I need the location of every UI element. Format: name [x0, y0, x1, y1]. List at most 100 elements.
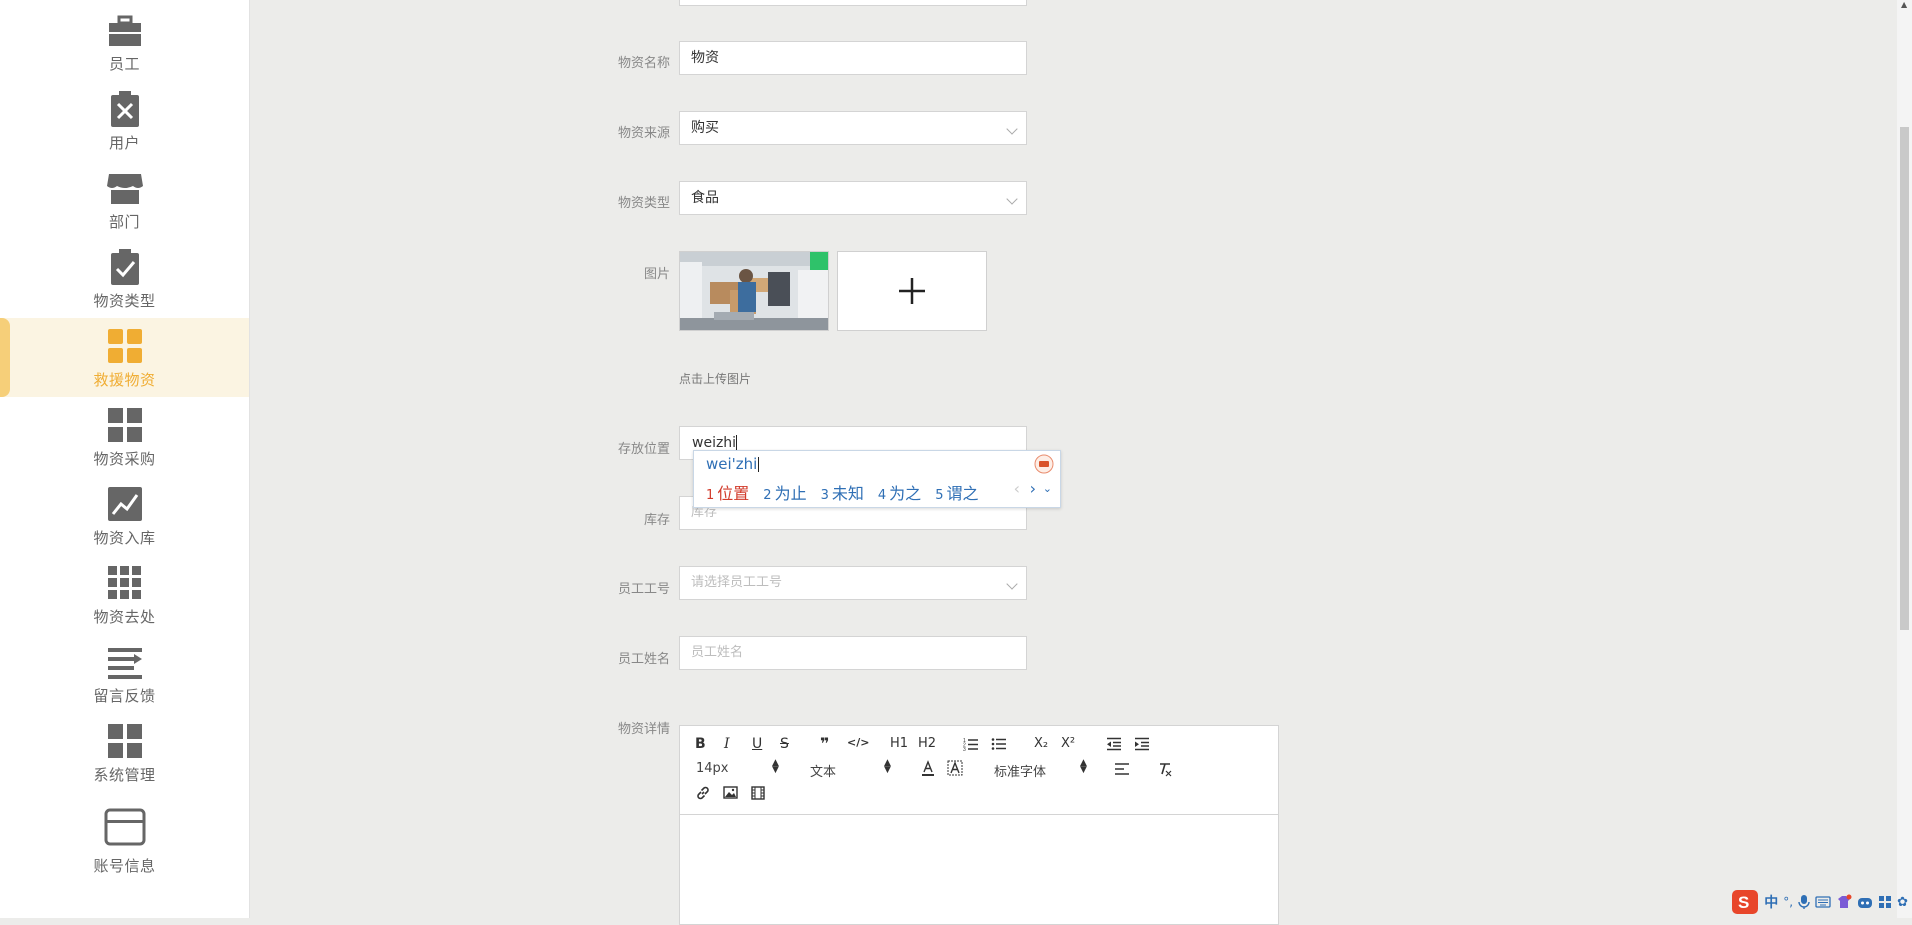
ime-prev-icon[interactable]: ‹ [1014, 479, 1020, 498]
ordered-list-icon[interactable]: 1 2 3 [963, 737, 979, 751]
ime-candidate-list: 1 位置 2 为止 3 未知 4 为之 5 谓之 [706, 480, 978, 504]
ime-skin-icon[interactable] [1034, 454, 1054, 474]
ime-candidate[interactable]: 4 为之 [878, 480, 921, 504]
material-source-value: 购买 [691, 120, 719, 136]
sidebar-item-label: 物资类型 [93, 291, 156, 310]
editor-toolbar: B I U S ❞ </> H1 H2 1 2 3 X₂ X² 14px ▲ ▼… [680, 726, 1278, 815]
material-type-select[interactable]: 食品 [679, 181, 1027, 215]
sidebar: 员工 用户 部门 物资类型 救援物资 物资采购 物资入库 物资去处 留言反馈 系… [0, 0, 250, 918]
previous-field[interactable] [679, 0, 1027, 6]
ime-candidate[interactable]: 3 未知 [821, 480, 864, 504]
page-scrollbar[interactable]: ▲ [1897, 0, 1912, 918]
ime-chinese-mode-icon[interactable]: 中 [1764, 892, 1778, 912]
sidebar-item-material-destination[interactable]: 物资去处 [0, 555, 249, 634]
bold-button[interactable]: B [695, 736, 706, 752]
toolbox-icon[interactable] [1878, 895, 1892, 909]
sidebar-item-material-purchase[interactable]: 物资采购 [0, 397, 249, 476]
outdent-icon[interactable] [1106, 737, 1122, 751]
sidebar-item-system-management[interactable]: 系统管理 [0, 713, 249, 792]
list-icon [107, 647, 142, 679]
sidebar-item-label: 救援物资 [93, 370, 156, 389]
underline-button[interactable]: U [752, 736, 762, 752]
clear-format-icon[interactable] [1157, 761, 1173, 777]
sort-arrows-icon: ▲ ▼ [884, 758, 891, 775]
sidebar-item-label: 部门 [108, 212, 140, 231]
ime-pinyin: wei'zhi [706, 455, 760, 473]
code-block-button[interactable]: </> [847, 736, 869, 749]
plus-icon [899, 278, 925, 304]
svg-text:S: S [1738, 893, 1749, 912]
storage-location-value: weizhi [692, 435, 737, 451]
sogou-logo-icon[interactable]: S [1731, 889, 1759, 915]
font-color-icon[interactable] [920, 760, 936, 776]
ime-next-icon[interactable]: › [1030, 479, 1036, 498]
skin-icon[interactable] [1836, 894, 1852, 910]
italic-button[interactable]: I [724, 736, 730, 752]
image-label: 图片 [643, 267, 670, 282]
material-name-input[interactable]: 物资 [679, 41, 1027, 75]
ambulance-photo [680, 252, 828, 330]
superscript-button[interactable]: X² [1061, 736, 1075, 751]
font-family-select[interactable]: 标准字体 [994, 761, 1046, 780]
microphone-icon[interactable] [1798, 894, 1810, 910]
grid-icon [107, 723, 142, 758]
block-type-select[interactable]: 文本 [810, 761, 836, 780]
keyboard-icon[interactable] [1815, 896, 1831, 908]
chart-line-icon [107, 486, 142, 521]
staff-name-input[interactable]: 员工姓名 [679, 636, 1027, 670]
h2-button[interactable]: H2 [918, 736, 936, 751]
ime-punctuation-icon[interactable]: °, [1783, 895, 1793, 909]
sidebar-item-label: 物资入库 [93, 528, 156, 547]
strike-button[interactable]: S [780, 736, 789, 752]
material-source-select[interactable]: 购买 [679, 111, 1027, 145]
chevron-down-icon [1006, 578, 1018, 590]
ime-candidate[interactable]: 2 为止 [763, 480, 806, 504]
apps-icon [107, 565, 141, 599]
sidebar-item-label: 物资去处 [93, 607, 156, 626]
indent-icon[interactable] [1134, 737, 1150, 751]
h1-button[interactable]: H1 [890, 736, 908, 751]
block-type-value: 文本 [810, 765, 837, 780]
video-icon[interactable] [751, 786, 765, 800]
sort-arrows-icon: ▲ ▼ [772, 758, 779, 775]
sidebar-item-feedback[interactable]: 留言反馈 [0, 634, 249, 713]
staff-name-label: 员工姓名 [617, 652, 670, 667]
ime-settings-icon[interactable]: ✿ [1897, 895, 1908, 910]
sidebar-item-material-inbound[interactable]: 物资入库 [0, 476, 249, 555]
ime-candidate[interactable]: 5 谓之 [935, 480, 978, 504]
sidebar-item-label: 账号信息 [93, 856, 156, 875]
ime-expand-icon[interactable]: ⌄ [1043, 482, 1052, 495]
clipboard-x-icon [110, 90, 139, 127]
upload-hint-text: 点击上传图片 [679, 372, 752, 386]
sidebar-item-material-type[interactable]: 物资类型 [0, 239, 249, 318]
ime-robot-icon[interactable] [1857, 895, 1873, 909]
font-size-value: 14px [696, 761, 729, 776]
sidebar-item-label: 留言反馈 [93, 686, 156, 705]
bullet-list-icon[interactable] [991, 737, 1007, 751]
sidebar-item-staff[interactable]: 员工 [0, 2, 249, 81]
sidebar-item-user[interactable]: 用户 [0, 81, 249, 160]
grid-icon [107, 407, 142, 442]
font-size-select[interactable]: 14px [696, 761, 729, 776]
scroll-up-icon[interactable]: ▲ [1901, 0, 1907, 9]
link-icon[interactable] [695, 785, 711, 801]
sidebar-item-account-info[interactable]: 账号信息 [0, 796, 249, 886]
scrollbar-thumb[interactable] [1900, 127, 1909, 630]
chevron-down-icon [1006, 123, 1018, 135]
ime-candidate[interactable]: 1 位置 [706, 480, 749, 504]
ime-toolbar: S 中 °, ✿ [1727, 886, 1912, 918]
chevron-down-icon [1006, 193, 1018, 205]
background-color-icon[interactable] [947, 760, 963, 776]
sidebar-item-rescue-materials[interactable]: 救援物资 [0, 318, 249, 397]
uploaded-image-thumbnail[interactable] [679, 251, 829, 331]
upload-image-button[interactable] [837, 251, 987, 331]
sidebar-item-department[interactable]: 部门 [0, 160, 249, 239]
staff-id-placeholder: 请选择员工工号 [691, 575, 783, 590]
image-icon[interactable] [723, 786, 738, 799]
blockquote-button[interactable]: ❞ [820, 734, 829, 753]
align-icon[interactable] [1114, 762, 1130, 776]
subscript-button[interactable]: X₂ [1034, 736, 1048, 751]
rich-text-editor[interactable]: B I U S ❞ </> H1 H2 1 2 3 X₂ X² 14px ▲ ▼… [679, 725, 1279, 925]
staff-id-select[interactable]: 请选择员工工号 [679, 566, 1027, 600]
text-cursor [736, 435, 738, 451]
